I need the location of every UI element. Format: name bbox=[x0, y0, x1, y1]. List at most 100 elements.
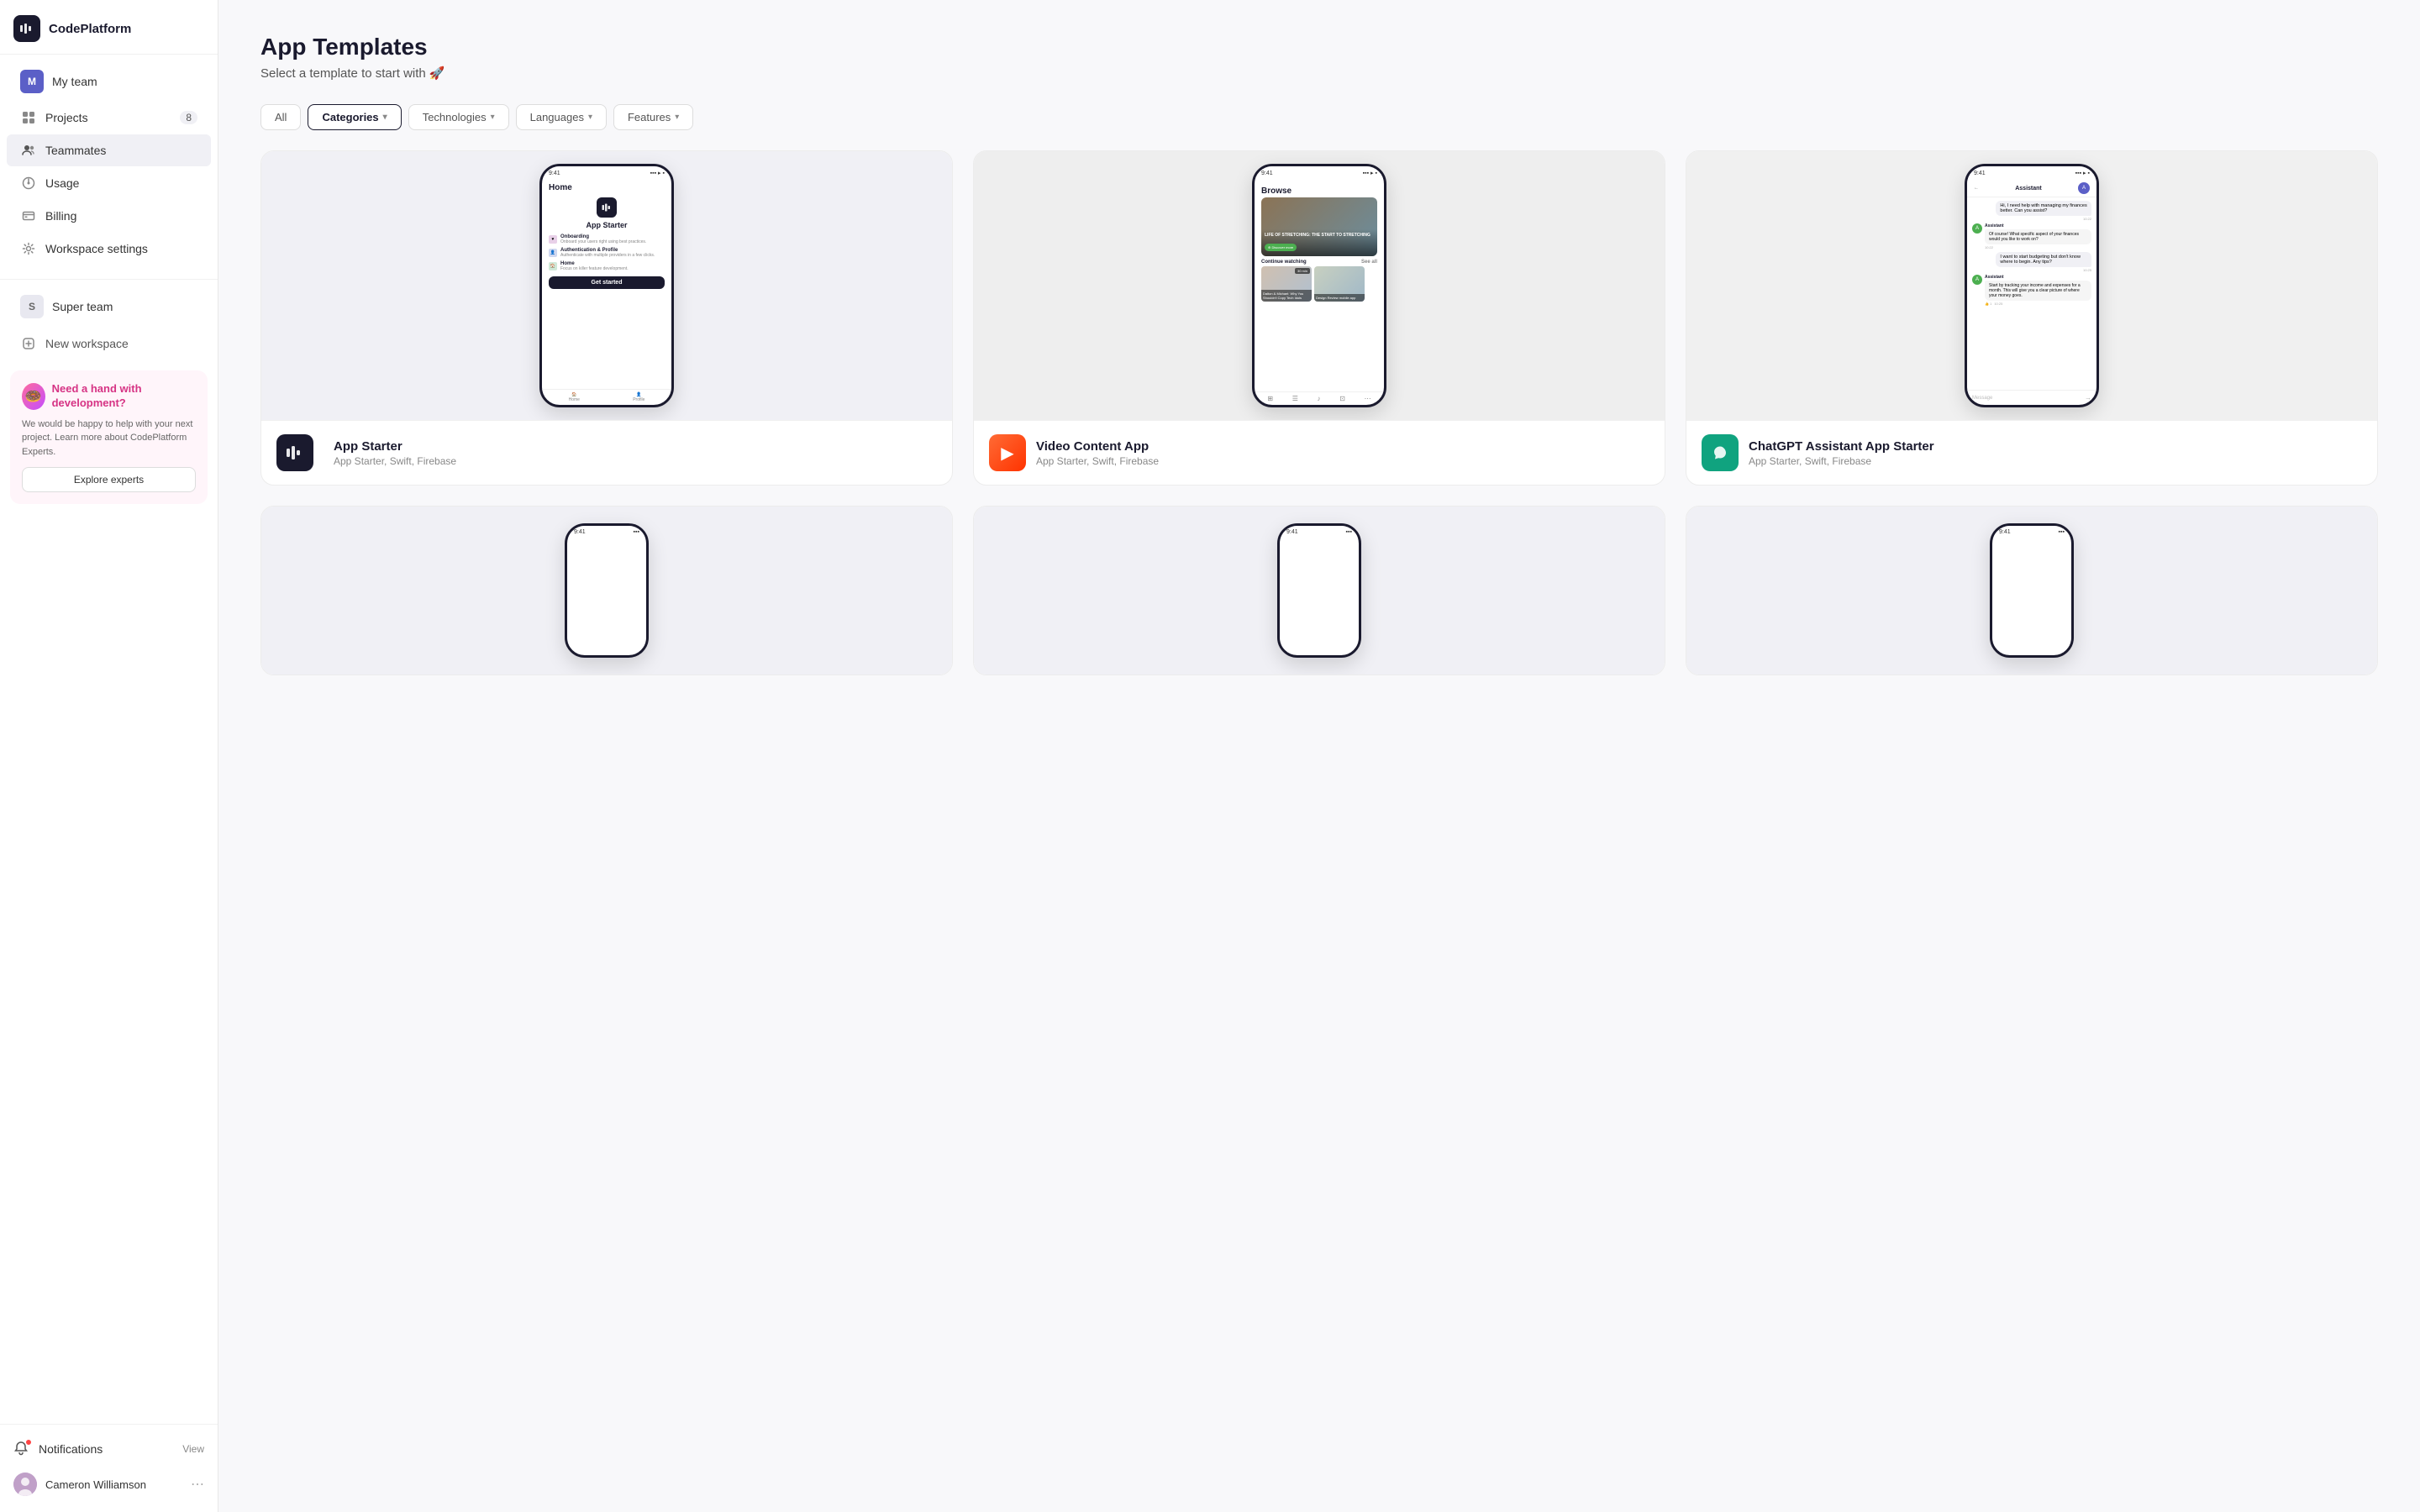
phone-row2-3: 9:41 ▪▪▪ bbox=[1990, 523, 2074, 658]
video-app-icon: ▶ bbox=[989, 434, 1026, 471]
app-starter-icon bbox=[276, 434, 313, 471]
template-card-app-starter[interactable]: 9:41 ▪▪▪ ▸ ▪ Home App Starter bbox=[260, 150, 953, 486]
more-options-icon[interactable]: ⋯ bbox=[191, 1476, 204, 1493]
projects-badge: 8 bbox=[180, 111, 197, 124]
sidebar-item-workspace-settings[interactable]: Workspace settings bbox=[7, 233, 211, 265]
main-content: App Templates Select a template to start… bbox=[218, 0, 2420, 1512]
sidebar-item-billing[interactable]: Billing bbox=[7, 200, 211, 232]
languages-chevron: ▾ bbox=[588, 113, 592, 122]
phone-status-bar-6: 9:41 ▪▪▪ bbox=[1992, 526, 2071, 538]
video-thumbnails: 30 min Dalton & Michael: Why You Shouldn… bbox=[1261, 266, 1377, 302]
super-team-label: Super team bbox=[52, 300, 113, 313]
notification-icon bbox=[13, 1441, 30, 1457]
phone-row2-2: 9:41 ▪▪▪ bbox=[1277, 523, 1361, 658]
new-workspace-item[interactable]: New workspace bbox=[7, 328, 211, 360]
chatgpt-preview: 9:41 ▪▪▪ ▸ ▪ ← Assistant A Hi, I need he… bbox=[1686, 151, 2377, 420]
phone-status-bar-5: 9:41 ▪▪▪ bbox=[1280, 526, 1359, 538]
filter-features[interactable]: Features ▾ bbox=[613, 104, 693, 130]
filter-bar: All Categories ▾ Technologies ▾ Language… bbox=[260, 104, 2378, 130]
logo-text: CodePlatform bbox=[49, 22, 131, 36]
template-card-chatgpt[interactable]: 9:41 ▪▪▪ ▸ ▪ ← Assistant A Hi, I need he… bbox=[1686, 150, 2378, 486]
video-hero-title: LIFE OF STRETCHING: THE START TO STRETCH… bbox=[1265, 233, 1374, 238]
app-starter-info: App Starter App Starter, Swift, Firebase bbox=[261, 420, 952, 485]
thumb-2-overlay: Design Review mobile app bbox=[1314, 294, 1365, 302]
phone-nav-2: ⊞ ☰ ♪ ⊡ ⋯ bbox=[1255, 391, 1384, 405]
app-starter-phone: 9:41 ▪▪▪ ▸ ▪ Home App Starter bbox=[539, 164, 674, 407]
video-overlay: LIFE OF STRETCHING: THE START TO STRETCH… bbox=[1261, 229, 1377, 256]
grid-icon bbox=[20, 109, 37, 126]
user-row[interactable]: Cameron Williamson ⋯ bbox=[0, 1465, 218, 1504]
features-chevron: ▾ bbox=[675, 113, 679, 122]
help-card: 🍩 Need a hand with development? We would… bbox=[10, 370, 208, 504]
phone-status-bar-3: 9:41 ▪▪▪ ▸ ▪ bbox=[1967, 166, 2096, 180]
templates-grid: 9:41 ▪▪▪ ▸ ▪ Home App Starter bbox=[260, 150, 2378, 675]
notifications-row: Notifications View bbox=[0, 1433, 218, 1465]
page-title: App Templates bbox=[260, 34, 2378, 60]
app-starter-preview: 9:41 ▪▪▪ ▸ ▪ Home App Starter bbox=[261, 151, 952, 420]
notifications-view-link[interactable]: View bbox=[182, 1443, 204, 1455]
categories-chevron: ▾ bbox=[383, 113, 387, 122]
team-label: My team bbox=[52, 75, 197, 88]
template-preview-row2-3: 9:41 ▪▪▪ bbox=[1686, 507, 2377, 675]
usage-label: Usage bbox=[45, 176, 197, 190]
video-preview: 9:41 ▪▪▪ ▸ ▪ Browse LIFE OF STRETCHING: … bbox=[974, 151, 1665, 420]
logo-area[interactable]: CodePlatform bbox=[0, 0, 218, 55]
thumb-1: 30 min Dalton & Michael: Why You Shouldn… bbox=[1261, 266, 1312, 302]
projects-label: Projects bbox=[45, 111, 171, 124]
user-avatar bbox=[13, 1473, 37, 1496]
sidebar-item-teammates[interactable]: Teammates bbox=[7, 134, 211, 166]
thumb-2: Design Review mobile app bbox=[1314, 266, 1365, 302]
workspace-settings-label: Workspace settings bbox=[45, 242, 197, 255]
plus-icon bbox=[20, 335, 37, 352]
phone-status-bar-4: 9:41 ▪▪▪ bbox=[567, 526, 646, 538]
video-content: Browse LIFE OF STRETCHING: THE START TO … bbox=[1255, 180, 1384, 391]
browse-title: Browse bbox=[1261, 183, 1377, 197]
chatgpt-icon bbox=[1702, 434, 1739, 471]
thumb-1-overlay: Dalton & Michael: Why You Shouldn't Copy… bbox=[1261, 290, 1312, 302]
chat-input-bar: Message → bbox=[1967, 390, 2096, 405]
logo-icon bbox=[13, 15, 40, 42]
template-card-row2-1[interactable]: 9:41 ▪▪▪ bbox=[260, 506, 953, 675]
new-workspace-label: New workspace bbox=[45, 337, 129, 350]
my-team-item[interactable]: M My team bbox=[7, 62, 211, 101]
super-team-item[interactable]: S Super team bbox=[7, 287, 211, 326]
video-tags: App Starter, Swift, Firebase bbox=[1036, 455, 1159, 467]
phone-nav-1: 🏠Home 👤Profile bbox=[542, 389, 671, 405]
app-starter-tags: App Starter, Swift, Firebase bbox=[334, 455, 456, 467]
template-card-video[interactable]: 9:41 ▪▪▪ ▸ ▪ Browse LIFE OF STRETCHING: … bbox=[973, 150, 1665, 486]
sidebar: CodePlatform M My team Projects 8 bbox=[0, 0, 218, 1512]
filter-technologies[interactable]: Technologies ▾ bbox=[408, 104, 509, 130]
thumb-2-title: Design Review mobile app bbox=[1316, 296, 1363, 300]
chatgpt-tags: App Starter, Swift, Firebase bbox=[1749, 455, 1934, 467]
template-card-row2-2[interactable]: 9:41 ▪▪▪ bbox=[973, 506, 1665, 675]
page-subtitle: Select a template to start with 🚀 bbox=[260, 66, 2378, 81]
template-card-row2-3[interactable]: 9:41 ▪▪▪ bbox=[1686, 506, 2378, 675]
home-item: 🏠 Home Focus on killer feature developme… bbox=[549, 261, 665, 271]
billing-icon bbox=[20, 207, 37, 224]
auth-item: 👤 Authentication & Profile Authenticate … bbox=[549, 248, 665, 258]
filter-languages[interactable]: Languages ▾ bbox=[516, 104, 607, 130]
template-preview-row2-2: 9:41 ▪▪▪ bbox=[974, 507, 1665, 675]
phone-status-bar-1: 9:41 ▪▪▪ ▸ ▪ bbox=[542, 166, 671, 180]
discover-btn: ⊕ Discover more bbox=[1265, 244, 1297, 251]
filter-categories[interactable]: Categories ▾ bbox=[308, 104, 401, 130]
help-description: We would be happy to help with your next… bbox=[22, 417, 196, 459]
notifications-label: Notifications bbox=[39, 1442, 103, 1456]
video-template-name: Video Content App bbox=[1036, 439, 1159, 454]
settings-icon bbox=[20, 240, 37, 257]
chat-content: Hi, I need help with managing my finance… bbox=[1967, 197, 2096, 390]
onboarding-item: ♥ Onboarding Onboard your users right us… bbox=[549, 234, 665, 244]
sidebar-item-usage[interactable]: Usage bbox=[7, 167, 211, 199]
chatgpt-template-name: ChatGPT Assistant App Starter bbox=[1749, 439, 1934, 454]
chatgpt-phone: 9:41 ▪▪▪ ▸ ▪ ← Assistant A Hi, I need he… bbox=[1965, 164, 2099, 407]
filter-all[interactable]: All bbox=[260, 104, 301, 130]
explore-experts-button[interactable]: Explore experts bbox=[22, 467, 196, 492]
my-team-section: M My team Projects 8 bbox=[0, 55, 218, 272]
app-starter-name: App Starter bbox=[549, 221, 665, 229]
sidebar-item-projects[interactable]: Projects 8 bbox=[7, 102, 211, 134]
billing-label: Billing bbox=[45, 209, 197, 223]
chart-icon bbox=[20, 175, 37, 192]
app-starter-content: Home App Starter ♥ Onbo bbox=[542, 180, 671, 389]
thumb-1-title: Dalton & Michael: Why You Shouldn't Copy… bbox=[1263, 291, 1310, 300]
chatgpt-info: ChatGPT Assistant App Starter App Starte… bbox=[1686, 420, 2377, 485]
